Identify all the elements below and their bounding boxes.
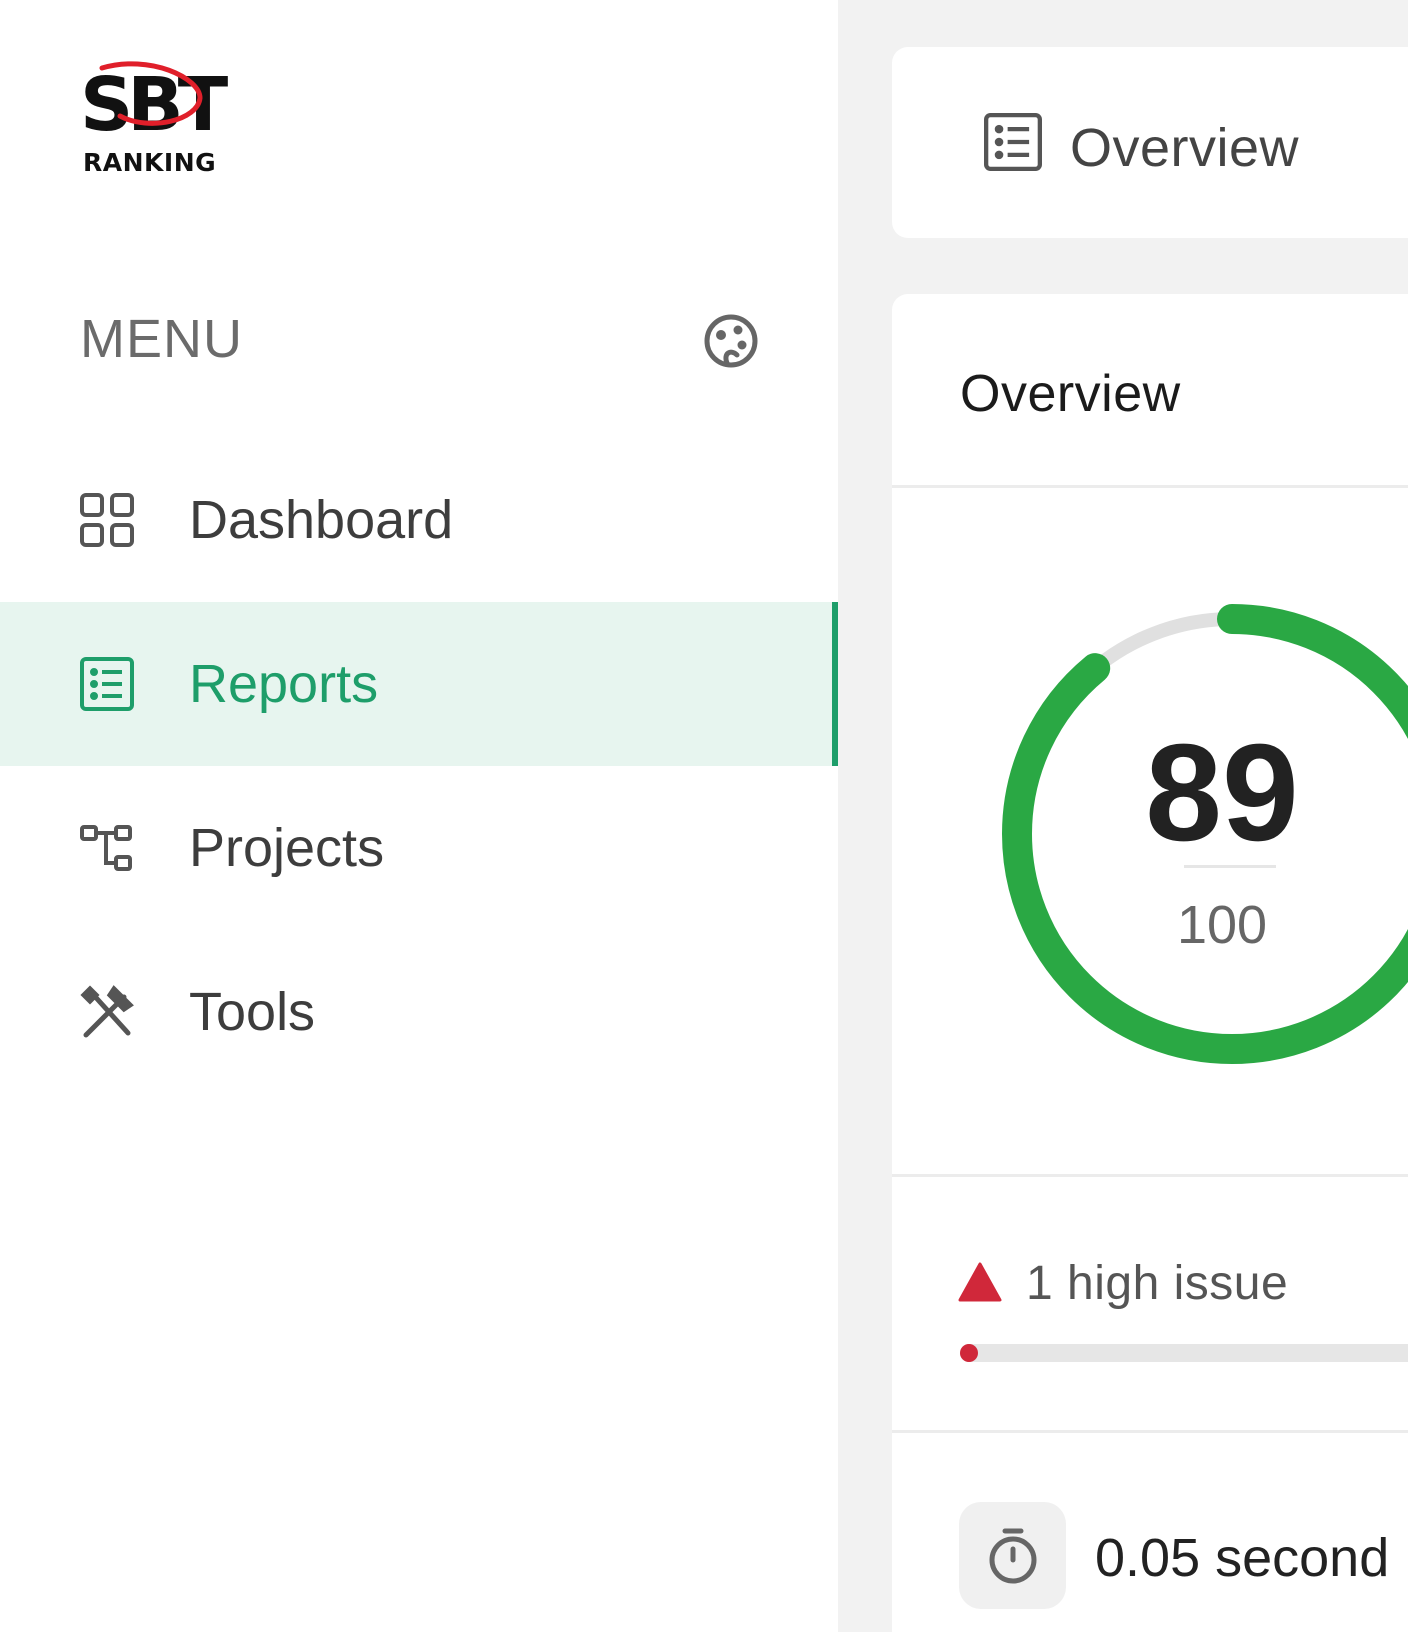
sidebar-item-dashboard[interactable]: Dashboard [0, 438, 838, 602]
divider [892, 1430, 1408, 1433]
score-value: 89 [1145, 716, 1299, 870]
issues-bar-fill [960, 1344, 978, 1362]
issues-summary[interactable]: 1 high issue [1026, 1256, 1288, 1311]
tools-icon [80, 985, 134, 1039]
list-icon [80, 657, 134, 711]
sidebar-item-reports[interactable]: Reports [0, 602, 838, 766]
score-max: 100 [1176, 895, 1268, 955]
score-divider [1184, 865, 1276, 868]
logo-text: RANKING [83, 148, 217, 177]
overview-card: Overview 89 100 1 high issue 0.05 second [892, 294, 1408, 1632]
page-title: Overview [1070, 118, 1300, 178]
sidebar-item-label: Reports [189, 654, 379, 714]
divider [892, 485, 1408, 488]
sidebar-item-label: Dashboard [189, 490, 454, 550]
sidebar-item-projects[interactable]: Projects [0, 766, 838, 930]
warning-triangle-icon [958, 1262, 1002, 1302]
stopwatch-icon [989, 1528, 1037, 1584]
menu-title: MENU [80, 309, 243, 369]
issues-bar-track [960, 1344, 1408, 1362]
brand-logo[interactable]: SBT RANKING [80, 58, 230, 183]
stopwatch-icon-box [959, 1502, 1066, 1609]
hierarchy-icon [80, 821, 134, 875]
divider [892, 1174, 1408, 1177]
sidebar-item-label: Tools [189, 982, 316, 1042]
sidebar-item-label: Projects [189, 818, 385, 878]
sidebar-item-tools[interactable]: Tools [0, 930, 838, 1094]
sidebar: SBT RANKING MENU Dashboard Reports Proje… [0, 0, 838, 1632]
overview-title: Overview [960, 365, 1181, 423]
svg-text:SBT: SBT [80, 62, 229, 148]
load-time-value: 0.05 second [1095, 1528, 1390, 1588]
grid-icon [80, 493, 134, 547]
theme-toggle-icon[interactable] [703, 313, 759, 369]
logo-mark-icon: SBT [80, 61, 230, 148]
list-icon [984, 113, 1042, 171]
page-header-card: Overview [892, 47, 1408, 238]
